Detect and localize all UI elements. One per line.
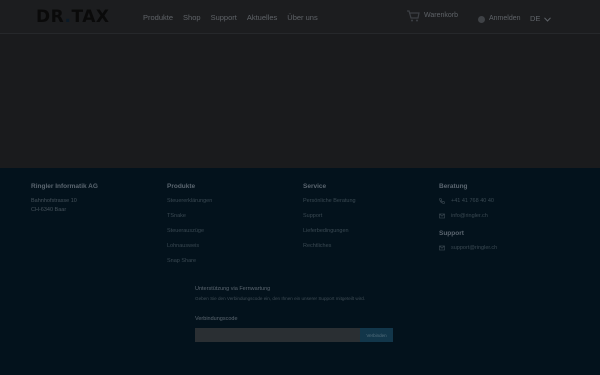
- footer-link-tsnake[interactable]: TSnake: [167, 212, 212, 220]
- footer-beratung: Beratung +41 41 768 40 40 info@ringler.c…: [439, 183, 497, 259]
- footer-service: Service Persönliche Beratung Support Lie…: [303, 183, 356, 257]
- language-label: DE: [530, 14, 541, 23]
- nav-support[interactable]: Support: [211, 13, 237, 23]
- footer-link-lieferbedingungen[interactable]: Lieferbedingungen: [303, 227, 356, 235]
- main-nav: Produkte Shop Support Aktuelles Über uns: [143, 13, 328, 23]
- remote-title: Unterstützung via Fernwartung: [195, 286, 271, 292]
- connect-button[interactable]: Verbinden: [360, 328, 393, 342]
- remote-description: Geben Sie den Verbindungscode ein, den I…: [195, 296, 366, 301]
- produkte-title: Produkte: [167, 183, 196, 190]
- footer-link-beratung[interactable]: Persönliche Beratung: [303, 197, 356, 205]
- cart-label: Warenkorb: [424, 12, 458, 19]
- footer-link-support[interactable]: Support: [303, 212, 356, 220]
- main-content: [0, 35, 600, 168]
- email-address: info@ringler.ch: [451, 213, 488, 219]
- phone-link[interactable]: +41 41 768 40 40: [439, 197, 497, 205]
- nav-ueber-uns[interactable]: Über uns: [287, 13, 317, 23]
- logo-part2: TAX: [71, 7, 110, 27]
- mail-icon: [439, 213, 445, 219]
- company-street: Bahnhofstrasse 10: [31, 198, 77, 204]
- support-title: Support: [439, 230, 464, 237]
- company-name: Ringler Informatik AG: [31, 183, 98, 190]
- language-selector[interactable]: DE: [530, 14, 552, 24]
- chevron-down-icon: [544, 16, 552, 22]
- site-footer: Ringler Informatik AG Bahnhofstrasse 10 …: [0, 168, 600, 375]
- footer-link-steuerauszuege[interactable]: Steuerauszüge: [167, 227, 212, 235]
- logo-dot: .: [64, 7, 72, 27]
- phone-icon: [439, 198, 445, 204]
- service-title: Service: [303, 183, 327, 190]
- footer-link-lohnausweis[interactable]: Lohnausweis: [167, 242, 212, 250]
- nav-shop[interactable]: Shop: [183, 13, 201, 23]
- company-city: CH-6340 Baar: [31, 207, 67, 213]
- footer-produkte: Produkte Steuererklärungen TSnake Steuer…: [167, 183, 212, 272]
- support-email: support@ringler.ch: [451, 245, 498, 251]
- cart-icon: [407, 10, 420, 22]
- logo[interactable]: DR.TAX: [36, 8, 110, 26]
- phone-number: +41 41 768 40 40: [451, 198, 494, 204]
- cart-button[interactable]: Warenkorb: [406, 10, 458, 22]
- login-label: Anmelden: [489, 15, 521, 22]
- beratung-title: Beratung: [439, 183, 468, 190]
- email-link[interactable]: info@ringler.ch: [439, 212, 497, 220]
- footer-company: Ringler Informatik AG Bahnhofstrasse 10 …: [31, 183, 98, 215]
- footer-link-snap-share[interactable]: Snap Share: [167, 257, 212, 265]
- code-row: Verbinden: [195, 328, 395, 342]
- code-label: Verbindungscode: [195, 316, 238, 322]
- logo-part1: DR: [36, 7, 65, 27]
- footer-link-rechtliches[interactable]: Rechtliches: [303, 242, 356, 250]
- login-button[interactable]: Anmelden: [478, 14, 521, 24]
- user-icon: [478, 15, 485, 23]
- mail-icon: [439, 245, 445, 251]
- footer-link-steuererklaerungen[interactable]: Steuererklärungen: [167, 197, 212, 205]
- support-email-link[interactable]: support@ringler.ch: [439, 244, 497, 252]
- nav-produkte[interactable]: Produkte: [143, 13, 173, 23]
- connection-code-input[interactable]: [195, 328, 360, 342]
- remote-support-form: Unterstützung via Fernwartung Geben Sie …: [195, 285, 395, 342]
- nav-aktuelles[interactable]: Aktuelles: [247, 13, 277, 23]
- site-header: DR.TAX Produkte Shop Support Aktuelles Ü…: [0, 0, 600, 34]
